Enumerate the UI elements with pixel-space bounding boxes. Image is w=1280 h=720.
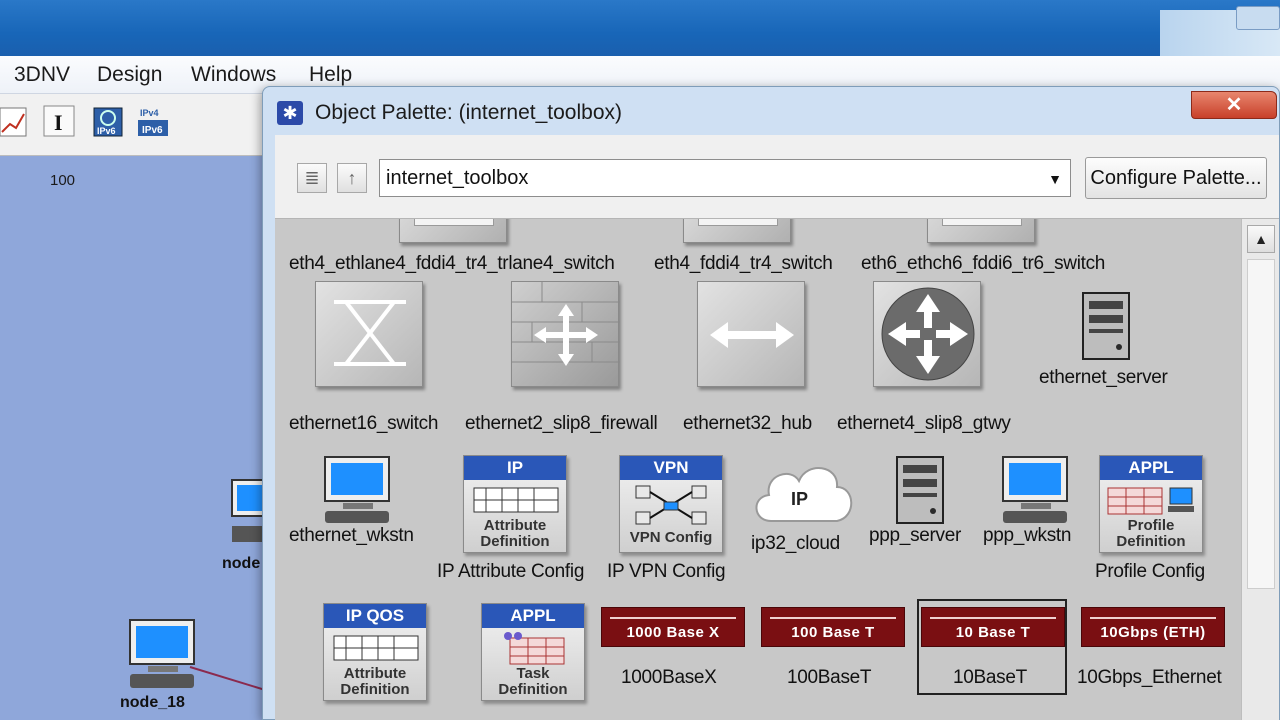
palette-item-label[interactable]: 1000BaseX: [621, 667, 717, 689]
switch-object-icon[interactable]: [927, 219, 1035, 243]
hub-icon[interactable]: [697, 281, 805, 387]
cloud-text: IP: [791, 489, 808, 509]
palette-item-label[interactable]: IP Attribute Config: [437, 561, 584, 583]
scroll-thumb[interactable]: [1247, 259, 1275, 589]
card-header: IP: [464, 456, 566, 480]
menu-3dnv[interactable]: 3DNV: [14, 63, 70, 87]
palette-app-icon: ✱: [277, 101, 303, 125]
ip-cloud-icon[interactable]: IP: [749, 455, 857, 540]
menu-windows[interactable]: Windows: [191, 63, 276, 87]
palette-item-label[interactable]: ethernet_wkstn: [289, 525, 414, 547]
ip-qos-config-icon[interactable]: IP QOS Attribute Definition: [323, 603, 427, 701]
card-text: Attribute Definition: [480, 517, 550, 550]
ipv6-icon[interactable]: IPv6: [92, 104, 126, 140]
cable-10gbps-icon[interactable]: 10Gbps (ETH): [1081, 607, 1225, 647]
card-header: APPL: [482, 604, 584, 628]
palette-item-label[interactable]: IP VPN Config: [607, 561, 726, 583]
card-text: Task Definition: [498, 665, 568, 698]
cable-10baset-icon[interactable]: 10 Base T: [921, 607, 1065, 647]
palette-object-grid: eth4_ethlane4_fddi4_tr4_trlane4_switch e…: [275, 219, 1241, 720]
switch-object-icon[interactable]: [399, 219, 507, 243]
palette-item-label[interactable]: ethernet_server: [1039, 367, 1168, 389]
switch-object-icon[interactable]: [683, 219, 791, 243]
workstation-icon[interactable]: [321, 455, 393, 532]
card-text: Profile Definition: [1116, 517, 1186, 550]
cable-1000basex-icon[interactable]: 1000 Base X: [601, 607, 745, 647]
palette-item-label[interactable]: ethernet2_slip8_firewall: [465, 413, 658, 435]
palette-item-label[interactable]: eth4_ethlane4_fddi4_tr4_trlane4_switch: [289, 253, 615, 275]
vertical-scrollbar[interactable]: ▲: [1241, 219, 1279, 720]
router-gateway-icon[interactable]: [873, 281, 981, 387]
workstation-node-icon[interactable]: [126, 618, 198, 699]
object-palette-dialog: ✱ Object Palette: (internet_toolbox) ✕ ≣…: [262, 86, 1280, 720]
dialog-title: Object Palette: (internet_toolbox): [315, 101, 623, 124]
palette-list-icon[interactable]: ≣: [297, 163, 327, 193]
card-text: Attribute Definition: [340, 665, 410, 698]
palette-item-label[interactable]: ethernet4_slip8_gtwy: [837, 413, 1011, 435]
palette-item-label[interactable]: 100BaseT: [787, 667, 872, 689]
switch-icon[interactable]: [315, 281, 423, 387]
palette-item-label[interactable]: ppp_server: [869, 525, 961, 547]
node-label: node_18: [120, 694, 185, 711]
palette-item-label[interactable]: 10BaseT: [953, 667, 1027, 689]
menu-design[interactable]: Design: [97, 63, 162, 87]
app-titlebar: [0, 0, 1280, 56]
card-header: APPL: [1100, 456, 1202, 480]
up-folder-icon[interactable]: ↑: [337, 163, 367, 193]
ppp-workstation-icon[interactable]: [999, 455, 1071, 532]
main-toolbar: I IPv6 IPv4 IPv6: [0, 94, 270, 156]
cable-text: 10 Base T: [955, 624, 1031, 641]
palette-item-label[interactable]: ppp_wkstn: [983, 525, 1071, 547]
cable-text: 10Gbps (ETH): [1100, 624, 1206, 641]
server-icon[interactable]: [1081, 291, 1133, 368]
card-header: IP QOS: [324, 604, 426, 628]
svg-text:I: I: [54, 110, 63, 135]
cable-100baset-icon[interactable]: 100 Base T: [761, 607, 905, 647]
chevron-down-icon[interactable]: ▼: [1044, 169, 1066, 189]
cable-text: 1000 Base X: [626, 624, 720, 641]
palette-item-label[interactable]: ip32_cloud: [751, 533, 840, 555]
palette-item-label[interactable]: eth6_ethch6_fddi6_tr6_switch: [861, 253, 1105, 275]
svg-text:IPv6: IPv6: [142, 125, 163, 136]
profile-config-icon[interactable]: APPL Profile Definition: [1099, 455, 1203, 553]
palette-item-label[interactable]: ethernet32_hub: [683, 413, 812, 435]
configure-palette-button[interactable]: Configure Palette...: [1085, 157, 1267, 199]
palette-dropdown[interactable]: internet_toolbox ▼: [379, 159, 1071, 197]
palette-item-label[interactable]: eth4_fddi4_tr4_switch: [654, 253, 833, 275]
palette-item-label[interactable]: Profile Config: [1095, 561, 1205, 583]
palette-item-label[interactable]: 10Gbps_Ethernet: [1077, 667, 1222, 689]
ip-attribute-config-icon[interactable]: IP Attribute Definition: [463, 455, 567, 553]
svg-text:IPv6: IPv6: [97, 126, 116, 136]
svg-text:IPv4: IPv4: [140, 108, 159, 118]
cable-text: 100 Base T: [791, 624, 875, 641]
ruler-label: 100: [50, 172, 76, 189]
node-label: node: [222, 555, 261, 572]
task-config-icon[interactable]: APPL Task Definition: [481, 603, 585, 701]
menu-help[interactable]: Help: [309, 63, 352, 87]
window-control-button[interactable]: [1236, 6, 1280, 30]
card-text: VPN Config: [629, 529, 713, 546]
close-button[interactable]: ✕: [1191, 91, 1277, 119]
card-header: VPN: [620, 456, 722, 480]
chart-icon[interactable]: [0, 104, 34, 140]
text-tool-icon[interactable]: I: [42, 104, 76, 140]
ppp-server-icon[interactable]: [895, 455, 947, 532]
palette-selector-row: ≣ ↑ internet_toolbox ▼ Configure Palette…: [275, 135, 1279, 219]
palette-dropdown-value: internet_toolbox: [386, 167, 529, 189]
scroll-up-icon[interactable]: ▲: [1247, 225, 1275, 253]
palette-item-label[interactable]: ethernet16_switch: [289, 413, 438, 435]
firewall-icon[interactable]: [511, 281, 620, 387]
ipv4-ipv6-icon[interactable]: IPv4 IPv6: [136, 104, 170, 140]
dialog-body: ≣ ↑ internet_toolbox ▼ Configure Palette…: [275, 135, 1279, 720]
vpn-config-icon[interactable]: VPN VPN Config: [619, 455, 723, 553]
